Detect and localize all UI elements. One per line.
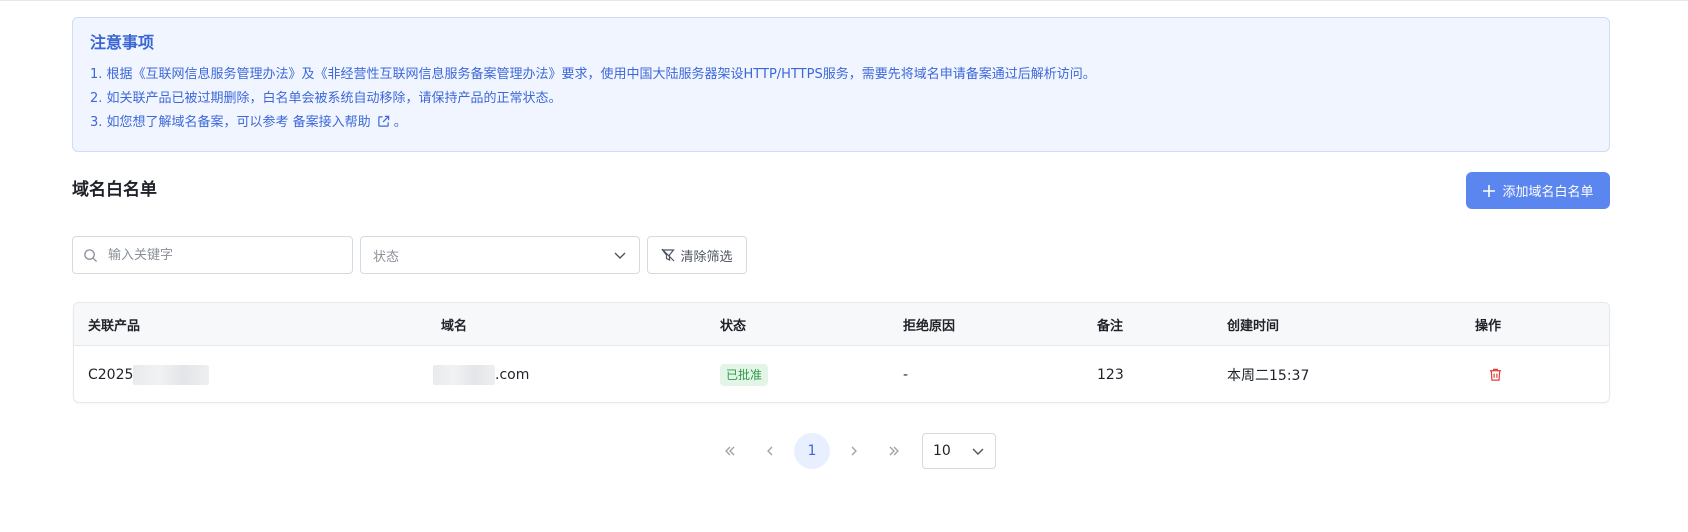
search-icon [83,248,98,263]
notice-panel: 注意事项 1. 根据《互联网信息服务管理办法》及《非经营性互联网信息服务备案管理… [72,17,1610,152]
clear-filters-label: 清除筛选 [680,249,733,265]
double-chevron-right-icon [889,446,899,456]
cell-remark: 123 [1097,366,1124,383]
cell-product: C2025 [88,346,210,402]
table-header: 关联产品 域名 状态 拒绝原因 备注 创建时间 操作 [74,303,1609,346]
notice-line-3-prefix: 3. 如您想了解域名备案，可以参考 [90,115,293,130]
search-box[interactable] [72,236,353,274]
header-product: 关联产品 [88,318,141,334]
cell-reject-reason: - [903,366,909,383]
status-badge: 已批准 [720,363,769,386]
redacted-domain [433,364,495,385]
header-remark: 备注 [1097,318,1124,334]
chevron-down-icon [613,248,627,262]
page-title: 域名白名单 [72,180,157,200]
pagination: 1 10 [712,433,996,469]
chevron-left-icon [767,446,773,456]
last-page-button[interactable] [876,433,912,469]
page-size-value: 10 [933,443,951,459]
notice-line-1: 1. 根据《互联网信息服务管理办法》及《非经营性互联网信息服务备案管理办法》要求… [90,67,1096,82]
clear-filters-button[interactable]: 清除筛选 [647,236,747,274]
status-select-placeholder: 状态 [373,249,400,265]
prev-page-button[interactable] [752,433,788,469]
top-divider [0,0,1688,1]
search-input[interactable] [106,246,336,264]
first-page-button[interactable] [712,433,748,469]
header-reject-reason: 拒绝原因 [903,318,956,334]
table-row: C2025 .com 已批准 - 123 本周二15:37 [74,346,1609,402]
header-domain: 域名 [441,318,468,334]
domain-name: .com [495,366,530,383]
page-number-current[interactable]: 1 [794,433,830,469]
status-select[interactable]: 状态 [360,236,640,274]
notice-line-2: 2. 如关联产品已被过期删除，白名单会被系统自动移除，请保持产品的正常状态。 [90,91,562,106]
chevron-down-icon [971,444,985,458]
cell-actions [1475,346,1503,402]
add-domain-whitelist-label: 添加域名白名单 [1502,185,1594,200]
next-page-button[interactable] [836,433,872,469]
notice-line-3-suffix: 。 [393,115,407,130]
clear-filter-icon [661,248,676,262]
page-size-select[interactable]: 10 [922,433,996,469]
notice-line-3: 3. 如您想了解域名备案，可以参考 备案接入帮助 。 [90,111,1592,137]
add-domain-whitelist-button[interactable]: 添加域名白名单 [1466,172,1610,209]
cell-status: 已批准 [720,346,769,402]
filing-help-link[interactable]: 备案接入帮助 [293,115,371,130]
double-chevron-left-icon [725,446,735,456]
domain-whitelist-table: 关联产品 域名 状态 拒绝原因 备注 创建时间 操作 C2025 .com 已批… [73,302,1610,403]
header-created-time: 创建时间 [1227,318,1280,334]
chevron-right-icon [851,446,857,456]
external-link-icon[interactable] [377,113,390,137]
cell-created-time: 本周二15:37 [1227,367,1310,384]
notice-title: 注意事项 [90,33,155,52]
product-id: C2025 [88,366,134,383]
header-actions: 操作 [1475,318,1502,334]
header-status: 状态 [720,318,747,334]
redacted-product-id [133,364,210,385]
trash-icon[interactable] [1488,367,1503,382]
plus-icon [1482,184,1496,198]
cell-domain: .com [433,346,530,402]
